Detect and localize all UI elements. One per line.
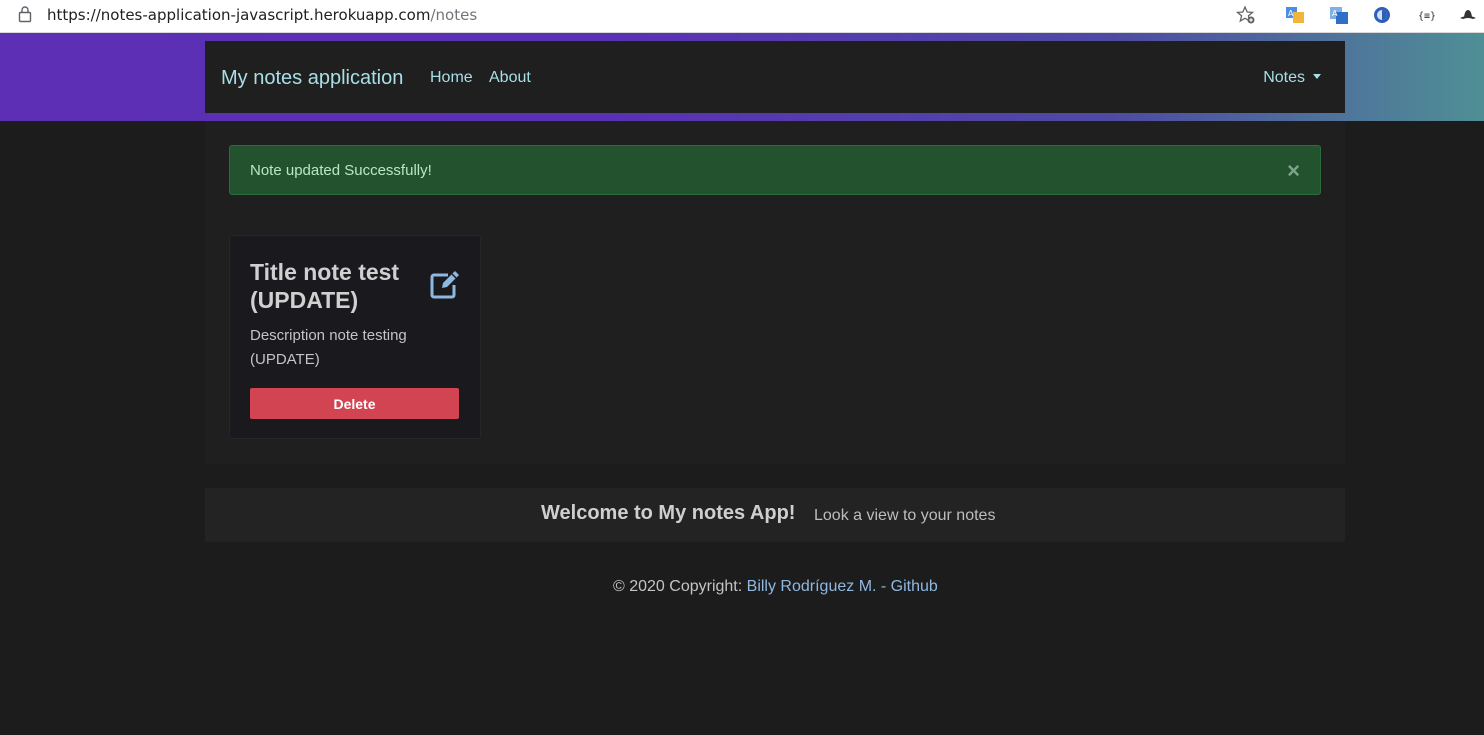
- translate-alt-icon[interactable]: A: [1329, 5, 1349, 25]
- nav-about-link[interactable]: About: [489, 69, 531, 87]
- url-field[interactable]: https://notes-application-javascript.her…: [47, 6, 477, 24]
- edit-icon[interactable]: [430, 271, 460, 299]
- github-link[interactable]: Billy Rodríguez M. - Github: [747, 578, 938, 595]
- bookmark-star-icon[interactable]: [1236, 5, 1256, 25]
- extension-icon[interactable]: [1372, 5, 1392, 25]
- svg-text:A: A: [1332, 9, 1338, 18]
- url-host: https://notes-application-javascript.her…: [47, 6, 431, 24]
- browser-address-bar: https://notes-application-javascript.her…: [0, 0, 1484, 33]
- url-path: /notes: [430, 6, 478, 24]
- svg-text:{≡}: {≡}: [1418, 11, 1436, 22]
- success-alert: Note updated Successfully! ×: [229, 145, 1321, 195]
- alert-message: Note updated Successfully!: [250, 162, 432, 179]
- main-container: Note updated Successfully! × Title note …: [205, 121, 1345, 464]
- delete-note-button[interactable]: Delete: [250, 388, 459, 419]
- brand-link[interactable]: My notes application: [221, 67, 403, 90]
- navbar: My notes application Home About Notes: [205, 41, 1345, 113]
- json-viewer-icon[interactable]: {≡}: [1416, 5, 1436, 25]
- chevron-down-icon: [1313, 74, 1321, 79]
- notes-dropdown-label: Notes: [1263, 69, 1305, 86]
- welcome-bar: Welcome to My notes App! Look a view to …: [205, 488, 1345, 542]
- note-title: Title note test (UPDATE): [250, 259, 400, 313]
- profile-hat-icon[interactable]: [1458, 5, 1478, 25]
- welcome-subtitle: Look a view to your notes: [814, 507, 996, 524]
- nav-home-link[interactable]: Home: [430, 69, 473, 87]
- svg-text:A: A: [1288, 9, 1294, 18]
- note-description: Description note testing (UPDATE): [250, 327, 407, 368]
- notes-dropdown-toggle[interactable]: Notes: [1263, 69, 1321, 87]
- translate-icon[interactable]: A: [1285, 5, 1305, 25]
- note-card: Title note test (UPDATE) Description not…: [229, 235, 481, 439]
- copyright-text: © 2020 Copyright:: [613, 578, 747, 595]
- copyright-footer: © 2020 Copyright: Billy Rodríguez M. - G…: [613, 578, 938, 596]
- welcome-title: Welcome to My notes App!: [541, 502, 796, 524]
- lock-icon: [18, 6, 32, 23]
- close-icon[interactable]: ×: [1287, 159, 1300, 183]
